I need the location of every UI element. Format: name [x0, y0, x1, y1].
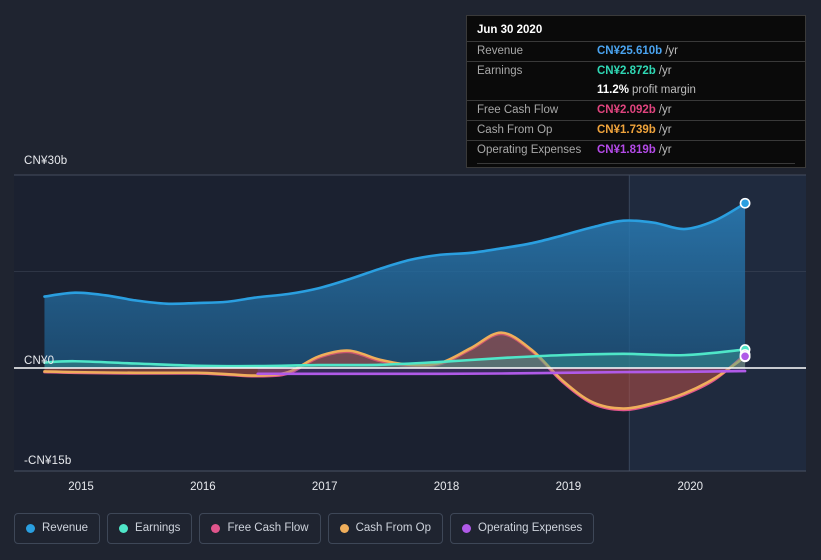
tooltip-row-operating-expenses: Operating Expenses CN¥1.819b/yr — [467, 140, 805, 160]
tooltip-row-label: Cash From Op — [477, 124, 553, 136]
tooltip-bottom-divider — [477, 163, 795, 164]
tooltip-row-label: Earnings — [477, 65, 523, 77]
x-axis-label-2020: 2020 — [677, 481, 704, 493]
tooltip-profit-margin-row: 11.2% profit margin — [467, 81, 805, 100]
tooltip-row-value: CN¥25.610b — [597, 45, 663, 57]
x-axis-label-2017: 2017 — [311, 481, 338, 493]
legend-item-label: Cash From Op — [355, 522, 432, 534]
legend-dot-icon — [211, 524, 221, 533]
tooltip-profit-margin-value: 11.2% — [597, 84, 629, 96]
tooltip-row-value: CN¥1.819b — [597, 144, 656, 156]
tooltip-row-value: CN¥2.092b — [597, 104, 656, 116]
tooltip-profit-margin-label: profit margin — [631, 84, 696, 96]
tooltip-row-value: CN¥2.872b — [597, 65, 656, 77]
tooltip-row-value: CN¥1.739b — [597, 124, 656, 136]
tooltip-row-free-cash-flow: Free Cash Flow CN¥2.092b/yr — [467, 100, 805, 120]
tooltip-row-unit: /yr — [665, 45, 678, 57]
chart-legend[interactable]: Revenue Earnings Free Cash Flow Cash From O… — [14, 513, 595, 544]
tooltip-row-cash-from-op: Cash From Op CN¥1.739b/yr — [467, 120, 805, 140]
legend-item-earnings[interactable]: Earnings — [107, 513, 193, 544]
series-operating-expenses — [256, 368, 747, 376]
x-axis-label-2019: 2019 — [555, 481, 582, 493]
tooltip-row-earnings: Earnings CN¥2.872b/yr — [467, 61, 805, 81]
tooltip-row-unit: /yr — [658, 104, 672, 116]
tooltip-row-unit: /yr — [658, 144, 672, 156]
legend-item-free-cash-flow[interactable]: Free Cash Flow — [199, 513, 321, 544]
legend-dot-icon — [339, 524, 349, 533]
legend-item-revenue[interactable]: Revenue — [14, 513, 101, 544]
tooltip-row-revenue: Revenue CN¥25.610b/yr — [467, 41, 805, 61]
legend-item-label: Free Cash Flow — [227, 522, 309, 534]
legend-dot-icon — [462, 524, 472, 533]
tooltip-row-unit: /yr — [658, 65, 672, 77]
x-axis-label-2015: 2015 — [68, 481, 94, 493]
legend-item-operating-expenses[interactable]: Operating Expenses — [450, 513, 595, 544]
legend-dot-icon — [119, 524, 129, 533]
y-axis-label-top: CN¥30b — [24, 155, 68, 167]
legend-item-label: Revenue — [42, 522, 89, 534]
x-axis-label-2016: 2016 — [190, 481, 216, 493]
y-axis-label-zero: CN¥0 — [24, 355, 55, 367]
legend-item-label: Operating Expenses — [478, 522, 583, 534]
tooltip-date: Jun 30 2020 — [477, 24, 543, 36]
chart-screenshot: CN¥30b CN¥0 -CN¥15b 2015 2016 2017 2018 2019… — [0, 0, 821, 560]
tooltip-row-label: Free Cash Flow — [477, 104, 559, 116]
endpoint-marker-operating-expenses — [739, 350, 751, 362]
x-axis-label-2018: 2018 — [433, 481, 460, 493]
tooltip-row-label: Revenue — [477, 45, 524, 57]
chart-tooltip: Jun 30 2020 Revenue CN¥25.610b/yr Earnings… — [466, 15, 806, 168]
tooltip-rows: Revenue CN¥25.610b/yr Earnings CN¥2.872b/yr… — [467, 41, 805, 160]
tooltip-row-label: Operating Expenses — [477, 144, 582, 156]
y-axis-label-bottom: -CN¥15b — [24, 455, 72, 467]
legend-item-label: Earnings — [135, 522, 181, 534]
endpoint-marker-revenue — [739, 197, 751, 209]
tooltip-row-unit: /yr — [658, 124, 672, 136]
legend-dot-icon — [26, 524, 35, 533]
legend-item-cash-from-op[interactable]: Cash From Op — [327, 513, 444, 544]
